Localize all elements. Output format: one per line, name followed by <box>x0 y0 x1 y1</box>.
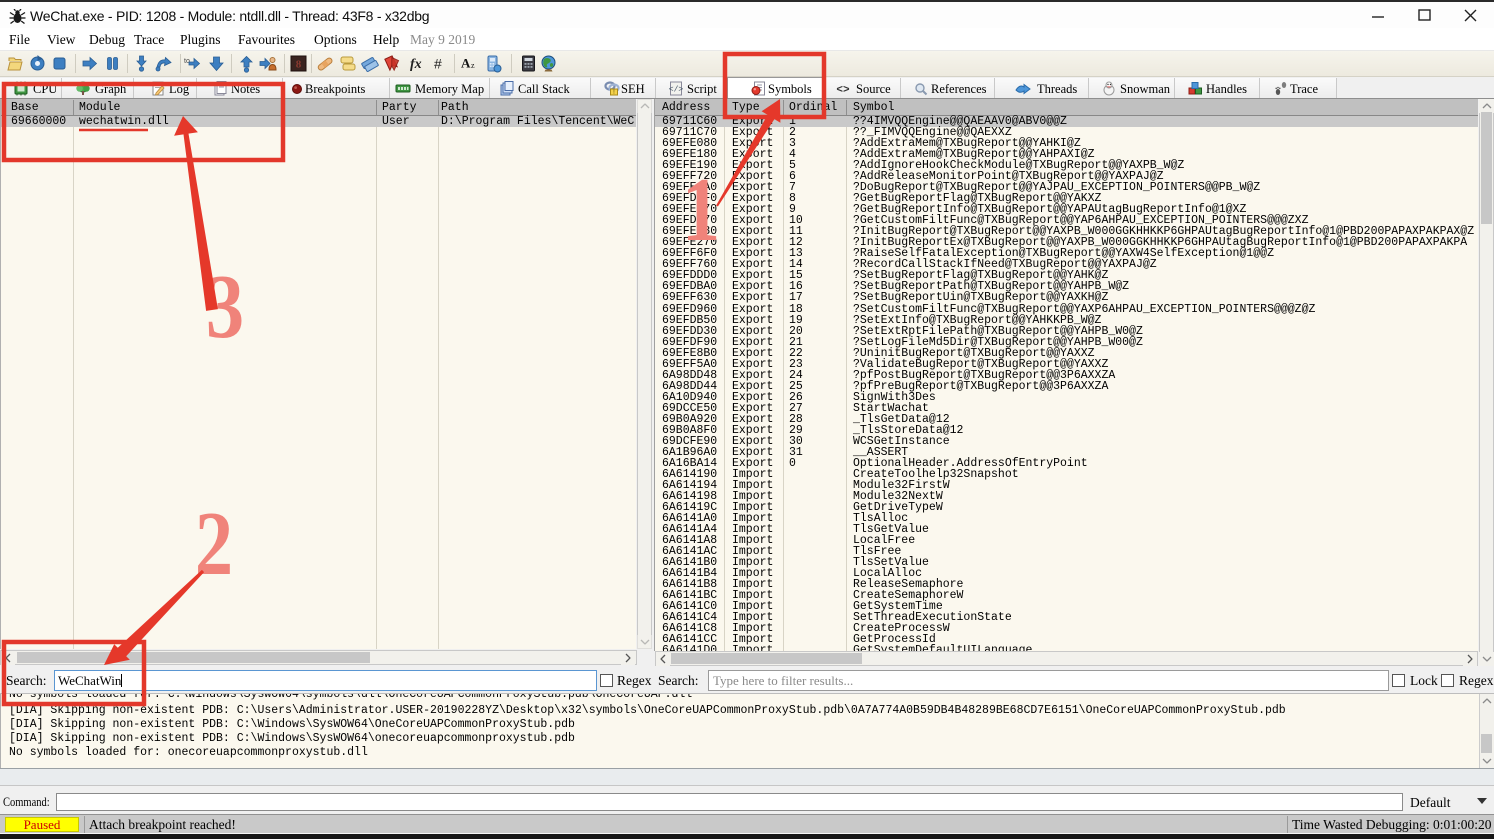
svg-text:</>: </> <box>669 86 684 95</box>
svg-text:8: 8 <box>296 59 302 71</box>
svg-text:#: # <box>434 56 442 72</box>
svg-text:fx: fx <box>410 57 422 72</box>
svg-text:<>: <> <box>836 85 850 97</box>
svg-text:z: z <box>471 61 475 70</box>
svg-text:A: A <box>461 56 471 71</box>
